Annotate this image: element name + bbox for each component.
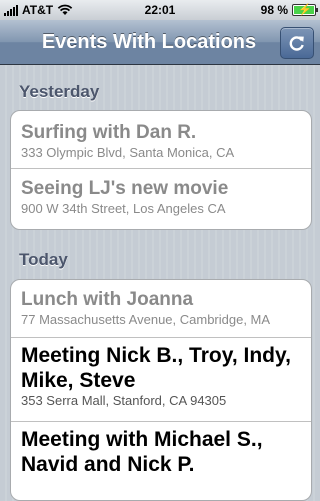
refresh-icon — [289, 36, 304, 51]
event-cell[interactable]: Lunch with Joanna 77 Massachusetts Avenu… — [11, 280, 311, 338]
refresh-button[interactable] — [280, 27, 314, 59]
event-cell[interactable]: Surfing with Dan R. 333 Olympic Blvd, Sa… — [11, 111, 311, 169]
event-cell[interactable]: Meeting Nick B., Troy, Indy, Mike, Steve… — [11, 338, 311, 422]
page-title: Events With Locations — [41, 31, 257, 53]
battery-percent: 98 % — [260, 3, 288, 17]
event-group-today: Lunch with Joanna 77 Massachusetts Avenu… — [10, 279, 312, 501]
event-location: 333 Olympic Blvd, Santa Monica, CA — [21, 145, 235, 160]
section-header-today: Today — [19, 250, 68, 269]
event-title: Meeting Nick B., Troy, Indy, Mike, Steve — [21, 344, 291, 392]
battery-charging-icon: ⚡ — [292, 4, 318, 16]
event-location: 77 Massachusetts Avenue, Cambridge, MA — [21, 312, 271, 327]
event-title: Meeting with Michael S., Navid and Nick … — [21, 428, 263, 476]
event-group-yesterday: Surfing with Dan R. 333 Olympic Blvd, Sa… — [10, 110, 312, 230]
event-cell[interactable]: Seeing LJ's new movie 900 W 34th Street,… — [11, 169, 311, 229]
section-header-yesterday: Yesterday — [19, 82, 100, 101]
event-location: 900 W 34th Street, Los Angeles CA — [21, 201, 226, 216]
event-location: 353 Serra Mall, Stanford, CA 94305 — [21, 393, 227, 408]
navigation-bar: Events With Locations — [0, 20, 320, 65]
event-title: Lunch with Joanna — [21, 289, 194, 310]
event-cell[interactable]: Meeting with Michael S., Navid and Nick … — [11, 422, 311, 500]
event-title: Seeing LJ's new movie — [21, 178, 229, 199]
status-bar: AT&T 22:01 98 % ⚡ — [0, 0, 320, 20]
event-title: Surfing with Dan R. — [21, 122, 197, 143]
